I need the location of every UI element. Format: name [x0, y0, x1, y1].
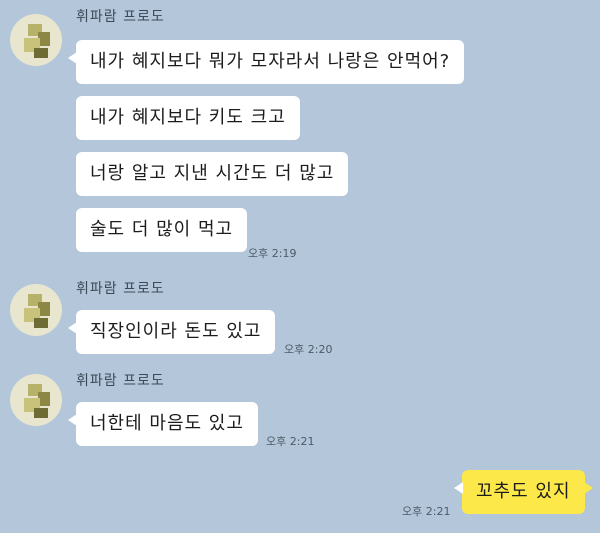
message-bubble[interactable]: 술도 더 많이 먹고 [76, 208, 248, 252]
my-message-bubble[interactable]: 꼬추도 있지 [454, 470, 593, 514]
message-timestamp: 오후 2:21 [402, 505, 451, 518]
avatar[interactable] [10, 14, 62, 66]
message-bubble[interactable]: 내가 혜지보다 뭐가 모자라서 나랑은 안먹어? [67, 40, 465, 84]
avatar[interactable] [10, 374, 62, 426]
message-timestamp: 오후 2:21 [266, 435, 315, 448]
sender-name: 휘파람 프로도 [76, 373, 165, 389]
message-bubble[interactable]: 직장인이라 돈도 있고 [67, 310, 276, 354]
message-bubble[interactable]: 너랑 알고 지낸 시간도 더 많고 [76, 152, 349, 196]
message-bubble[interactable]: 내가 혜지보다 키도 크고 [76, 96, 300, 140]
sender-name: 휘파람 프로도 [76, 281, 165, 297]
message-bubble[interactable]: 너한테 마음도 있고 [68, 402, 258, 446]
message-timestamp: 오후 2:20 [284, 343, 333, 356]
avatar[interactable] [10, 284, 62, 336]
chat-window: 휘파람 프로도 내가 혜지보다 뭐가 모자라서 나랑은 안먹어? 내가 혜지보다… [0, 0, 600, 533]
message-timestamp: 오후 2:19 [248, 247, 297, 260]
sender-name: 휘파람 프로도 [76, 9, 165, 25]
